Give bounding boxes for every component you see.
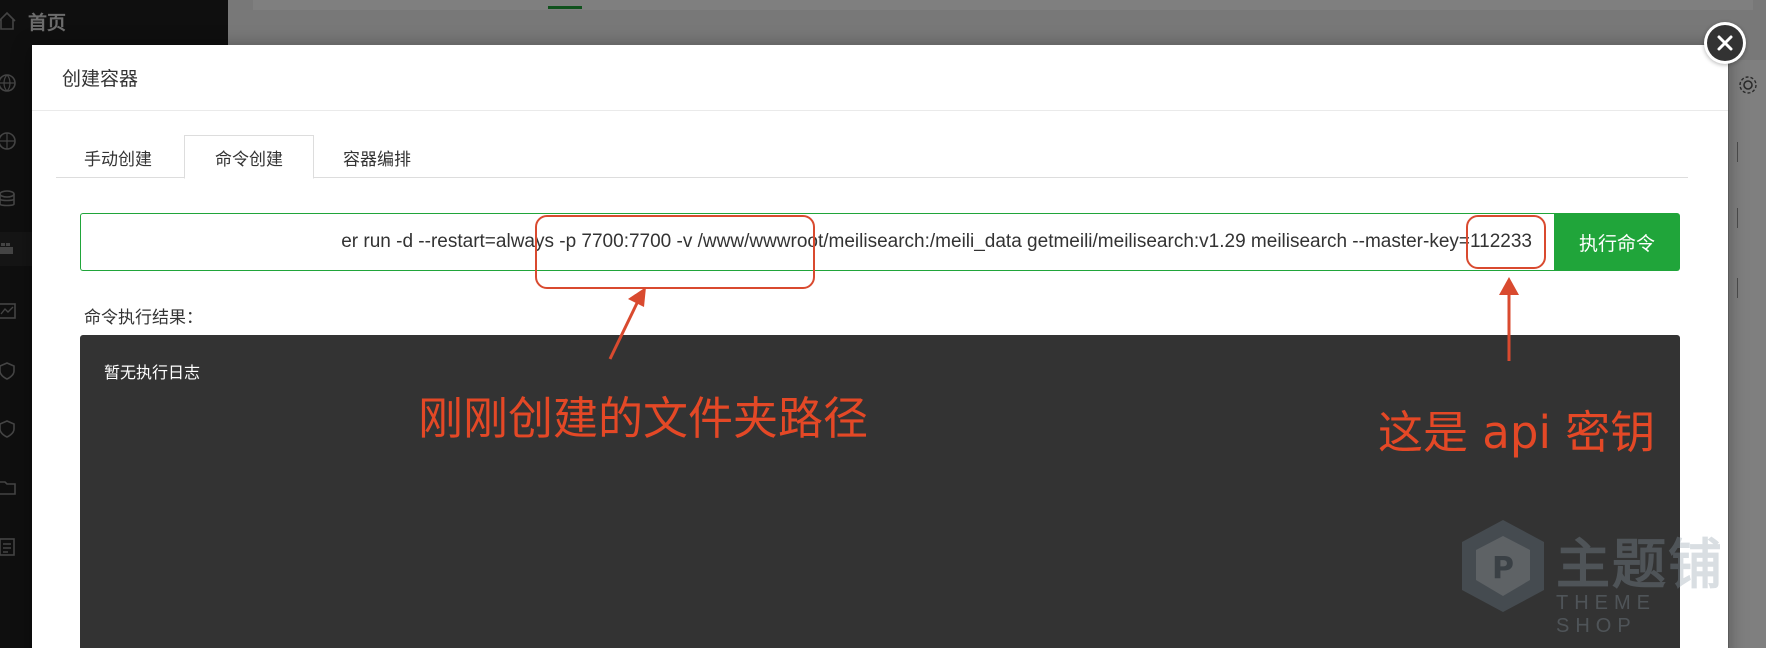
command-input[interactable]: er run -d --restart=always -p 7700:7700 … <box>80 213 1554 271</box>
path-annotation-text: 刚刚创建的文件夹路径 <box>418 392 869 445</box>
watermark-text: 主题铺 <box>1556 533 1724 596</box>
tab-bar: 手动创建 命令创建 容器编排 <box>56 135 1688 179</box>
watermark: P 主题铺 THEME SHOP <box>1458 510 1728 637</box>
tab-manual-create[interactable]: 手动创建 <box>56 135 180 179</box>
svg-text:P: P <box>1492 551 1514 586</box>
log-output: 暂无执行日志 <box>80 335 1680 648</box>
command-row: er run -d --restart=always -p 7700:7700 … <box>80 213 1680 271</box>
watermark-subtext: THEME SHOP <box>1556 592 1656 637</box>
dialog-title: 创建容器 <box>62 69 139 90</box>
close-button[interactable] <box>1704 22 1746 64</box>
run-command-button[interactable]: 执行命令 <box>1554 213 1680 271</box>
result-label: 命令执行结果： <box>84 308 203 327</box>
tab-compose[interactable]: 容器编排 <box>314 135 440 179</box>
dialog-header: 创建容器 <box>32 45 1728 111</box>
log-empty-text: 暂无执行日志 <box>104 365 201 382</box>
watermark-logo-icon: P <box>1462 520 1544 612</box>
tab-command-create[interactable]: 命令创建 <box>184 135 314 179</box>
close-icon <box>1717 35 1733 51</box>
key-annotation-text: 这是 api 密钥 <box>1378 406 1656 459</box>
